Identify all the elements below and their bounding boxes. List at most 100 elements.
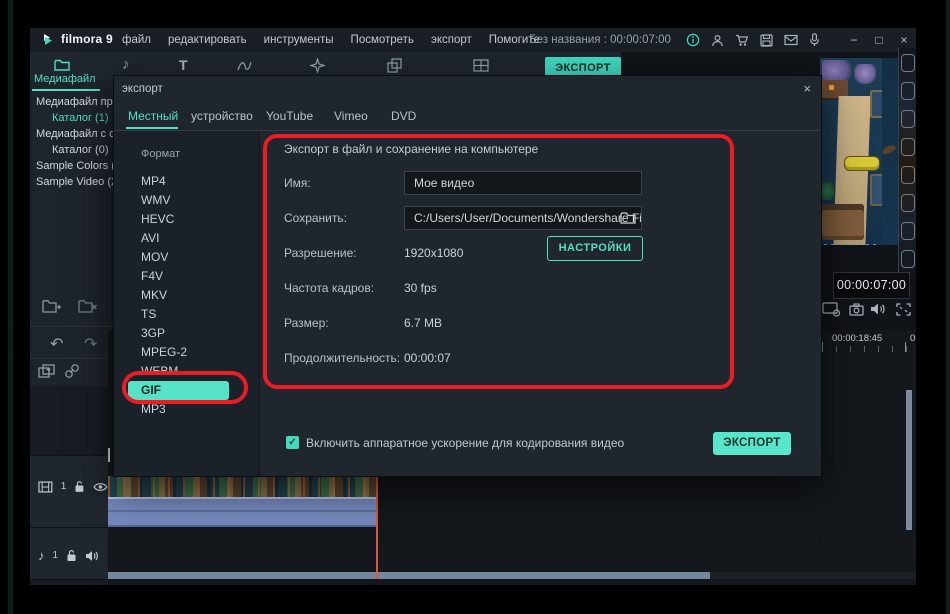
format-item-ts[interactable]: TS: [114, 305, 259, 324]
background-window-edge-left: [8, 0, 13, 614]
clip-in-marker: [108, 448, 110, 462]
duration-value: 00:00:07: [404, 351, 451, 365]
resolution-value: 1920x1080: [404, 246, 463, 260]
transitions-tool-icon[interactable]: [237, 60, 252, 72]
save-icon[interactable]: [760, 34, 773, 47]
clip-tools-row: [30, 359, 108, 386]
save-path-input[interactable]: C:/Users/User/Documents/Wondershare Fil: [404, 206, 642, 230]
split-screen-tool-icon[interactable]: [473, 59, 489, 72]
effects-tool-icon[interactable]: [310, 58, 325, 73]
name-input[interactable]: Мое видео: [404, 171, 642, 195]
link-icon[interactable]: [64, 363, 80, 379]
account-icon[interactable]: [711, 34, 724, 47]
undo-redo-row: ↶ ↷: [30, 330, 108, 358]
media-tree-item[interactable]: Sample Colors (: [36, 158, 113, 174]
format-item-mov[interactable]: MOV: [114, 248, 259, 267]
fullscreen-icon[interactable]: [896, 303, 911, 316]
display-settings-icon[interactable]: [822, 302, 841, 317]
format-item-mp3[interactable]: MP3: [114, 400, 259, 419]
dialog-close-icon[interactable]: ×: [803, 81, 811, 96]
format-item-f4v[interactable]: F4V: [114, 267, 259, 286]
ruler-major-tick: [905, 342, 906, 352]
media-folder-icon[interactable]: [54, 58, 71, 72]
framerate-label: Частота кадров:: [284, 281, 374, 295]
minimize-button[interactable]: −: [848, 33, 860, 47]
video-track-header: 1: [30, 455, 108, 529]
delete-folder-icon[interactable]: [78, 298, 97, 314]
menu-file[interactable]: файл: [122, 34, 151, 46]
dialog-title: экспорт: [122, 83, 163, 95]
tab-vimeo[interactable]: Vimeo: [334, 109, 368, 123]
tab-dvd[interactable]: DVD: [391, 109, 416, 123]
format-item-hevc[interactable]: HEVC: [114, 210, 259, 229]
snapshot-camera-icon[interactable]: [849, 303, 864, 316]
lock-track-icon[interactable]: [74, 480, 85, 493]
preview-art-window: [829, 85, 834, 90]
menu-edit[interactable]: редактировать: [168, 34, 247, 46]
media-tree-item-active[interactable]: Каталог (1): [52, 110, 113, 126]
media-tree-item[interactable]: Sample Video (2: [36, 174, 113, 190]
tab-local[interactable]: Местный: [128, 109, 178, 123]
media-library-panel: Медиафайл пр Каталог (1) Медиафайл с о К…: [30, 80, 113, 330]
format-item-3gp[interactable]: 3GP: [114, 324, 259, 343]
name-label: Имя:: [284, 176, 311, 190]
tab-device[interactable]: устройство: [191, 109, 253, 123]
mute-track-icon[interactable]: [85, 550, 99, 562]
filmora-logo-icon: [43, 33, 56, 46]
format-item-mkv[interactable]: MKV: [114, 286, 259, 305]
hardware-acceleration-label: Включить аппаратное ускорение для кодиро…: [306, 436, 624, 450]
mail-icon[interactable]: [784, 34, 798, 46]
lock-track-icon[interactable]: [66, 549, 77, 562]
format-item-mp4[interactable]: MP4: [114, 172, 259, 191]
audio-track-number: 1: [53, 550, 59, 561]
format-item-mpeg2[interactable]: MPEG-2: [114, 343, 259, 362]
text-tool-icon[interactable]: T: [179, 57, 188, 73]
playhead[interactable]: [376, 468, 378, 579]
tab-media-files[interactable]: Медиафайл: [34, 73, 104, 85]
format-item-wmv[interactable]: WMV: [114, 191, 259, 210]
menu-tools[interactable]: инструменты: [264, 34, 334, 46]
hardware-acceleration-checkbox[interactable]: ✓: [286, 436, 299, 449]
undo-icon[interactable]: ↶: [50, 334, 63, 354]
preview-video-frame: [820, 58, 898, 245]
ruler-ticks[interactable]: [822, 346, 916, 352]
format-item-avi[interactable]: AVI: [114, 229, 259, 248]
format-item-webm[interactable]: WEBM: [114, 362, 259, 381]
vertical-scrollbar[interactable]: [906, 390, 912, 530]
format-item-gif-selected[interactable]: GIF: [128, 381, 229, 400]
audio-tool-icon[interactable]: ♪: [122, 57, 130, 73]
cart-icon[interactable]: [735, 34, 749, 47]
video-clip[interactable]: [108, 475, 377, 498]
redo-icon[interactable]: ↷: [84, 334, 97, 354]
tab-youtube[interactable]: YouTube: [266, 109, 313, 123]
maximize-button[interactable]: □: [873, 33, 885, 47]
export-dialog: экспорт × Местный устройство YouTube Vim…: [113, 75, 822, 477]
settings-button[interactable]: НАСТРОЙКИ: [547, 236, 643, 261]
menubar: файл редактировать инструменты Посмотрет…: [122, 28, 540, 52]
menu-view[interactable]: Посмотреть: [351, 34, 414, 46]
export-confirm-button[interactable]: ЭКСПОРТ: [713, 432, 791, 455]
add-folder-icon[interactable]: [42, 298, 61, 314]
media-tree-item[interactable]: Каталог (0): [52, 142, 113, 158]
add-to-track-icon[interactable]: [38, 364, 55, 379]
volume-icon[interactable]: [870, 302, 887, 316]
media-tree-item[interactable]: Медиафайл с о: [36, 126, 113, 142]
video-clip-audio-waveform[interactable]: [108, 497, 378, 527]
horizontal-scrollbar[interactable]: [108, 572, 916, 579]
film-hole: [901, 250, 915, 268]
browse-folder-icon[interactable]: [620, 211, 636, 224]
overlay-tool-icon[interactable]: [387, 58, 402, 73]
horizontal-scrollbar-thumb[interactable]: [108, 572, 710, 579]
close-window-button[interactable]: ×: [898, 33, 910, 47]
menu-export[interactable]: экспорт: [431, 34, 472, 46]
duration-label: Продолжительность:: [284, 351, 400, 365]
microphone-icon[interactable]: [809, 33, 820, 47]
info-icon[interactable]: [686, 33, 700, 47]
media-tree-item[interactable]: Медиафайл пр: [36, 94, 113, 110]
project-title: Без названия : 00:00:07:00: [500, 28, 700, 52]
toggle-visibility-eye-icon[interactable]: [93, 482, 108, 492]
media-tab-underline: [32, 89, 100, 91]
size-label: Размер:: [284, 316, 329, 330]
film-hole: [901, 54, 915, 72]
video-track-number: 1: [61, 481, 67, 492]
